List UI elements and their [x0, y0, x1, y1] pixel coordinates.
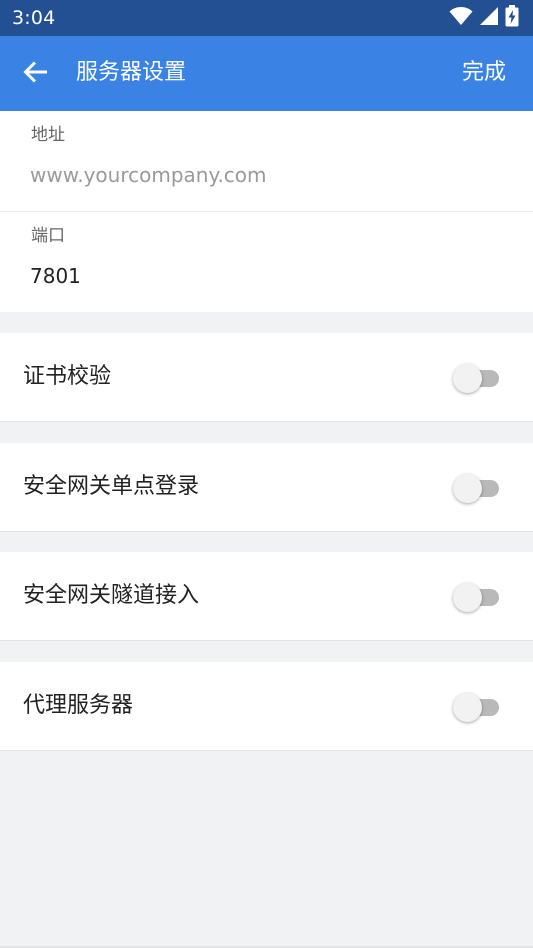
done-button[interactable]: 完成 [462, 58, 506, 88]
proxy-server-label: 代理服务器 [23, 693, 134, 718]
proxy-server-switch[interactable] [453, 693, 503, 722]
address-field: 地址 [0, 111, 533, 212]
cell-signal-icon [479, 6, 499, 30]
port-field: 端口 [0, 212, 533, 312]
address-label: 地址 [31, 125, 65, 145]
back-button[interactable] [16, 54, 56, 94]
switch-thumb [453, 583, 482, 612]
port-input[interactable] [30, 264, 500, 288]
status-time: 3:04 [12, 7, 56, 29]
switch-thumb [453, 474, 482, 503]
app-bar: 服务器设置 完成 [0, 36, 533, 111]
gateway-sso-switch[interactable] [453, 474, 503, 503]
gateway-tunnel-switch[interactable] [453, 583, 503, 612]
cert-verify-label: 证书校验 [23, 364, 112, 389]
address-input[interactable] [30, 163, 500, 187]
wifi-icon [449, 6, 473, 30]
gateway-tunnel-label: 安全网关隧道接入 [23, 583, 200, 608]
cert-verify-row[interactable]: 证书校验 [0, 333, 533, 422]
status-bar: 3:04 [0, 0, 533, 36]
server-form: 地址 端口 [0, 111, 533, 312]
switch-thumb [453, 364, 482, 393]
port-label: 端口 [31, 226, 65, 246]
gateway-sso-label: 安全网关单点登录 [23, 474, 200, 499]
switch-thumb [453, 693, 482, 722]
gateway-sso-row[interactable]: 安全网关单点登录 [0, 443, 533, 532]
arrow-left-icon [23, 59, 49, 89]
page-title: 服务器设置 [76, 60, 187, 85]
gateway-tunnel-row[interactable]: 安全网关隧道接入 [0, 552, 533, 641]
status-icons [449, 5, 519, 31]
proxy-server-row[interactable]: 代理服务器 [0, 662, 533, 751]
cert-verify-switch[interactable] [453, 364, 503, 393]
battery-charging-icon [505, 5, 519, 31]
